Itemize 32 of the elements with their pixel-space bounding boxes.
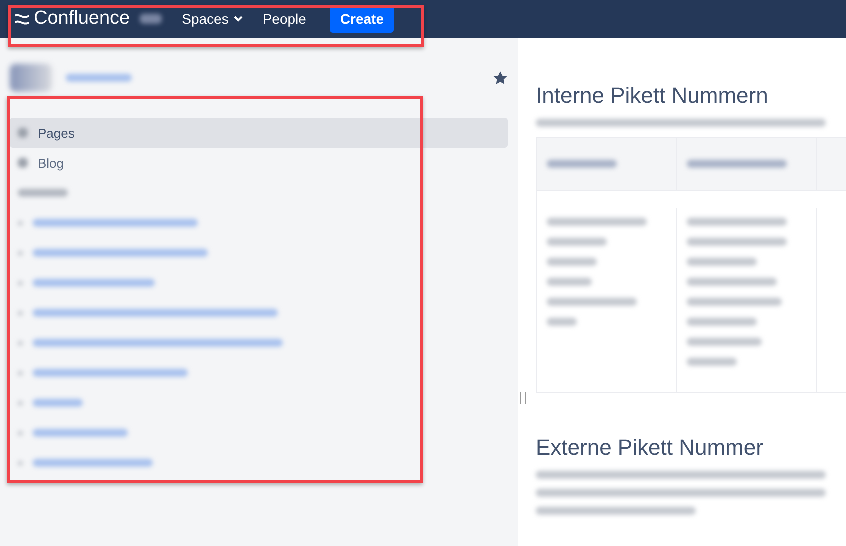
blurred-text <box>687 258 757 266</box>
blurred-text <box>547 278 592 286</box>
blurred-link[interactable] <box>33 459 153 467</box>
section-heading: Externe Pikett Nummer <box>536 435 764 461</box>
page-heading: Interne Pikett Nummern <box>536 83 770 109</box>
blurred-text <box>547 238 607 246</box>
space-avatar <box>10 64 52 92</box>
star-icon[interactable] <box>493 71 508 85</box>
sidebar-item[interactable]: Pages <box>10 118 508 148</box>
blurred-text <box>687 318 757 326</box>
resize-handle[interactable] <box>520 392 526 404</box>
blurred-link[interactable] <box>33 279 155 287</box>
blurred-link[interactable] <box>33 219 198 227</box>
nav-link[interactable]: People <box>262 11 306 27</box>
blurred-text <box>687 358 737 366</box>
blurred-link[interactable] <box>33 399 83 407</box>
blurred-text <box>18 189 68 197</box>
blurred-link[interactable] <box>33 309 278 317</box>
blurred-text <box>547 258 597 266</box>
logo-icon <box>14 12 30 26</box>
blurred-link[interactable] <box>33 429 128 437</box>
spaces-menu[interactable]: Spaces <box>182 11 243 27</box>
sidebar-item[interactable]: Blog <box>10 148 508 178</box>
blurred-text <box>547 318 577 326</box>
blurred-text <box>140 14 162 24</box>
blurred-text <box>547 160 617 168</box>
blurred-link[interactable] <box>33 369 188 377</box>
product-name[interactable]: Confluence <box>34 8 130 30</box>
blurred-text <box>66 74 132 82</box>
blurred-link[interactable] <box>33 249 208 257</box>
chevron-down-icon <box>234 16 243 22</box>
blurred-link[interactable] <box>33 339 283 347</box>
